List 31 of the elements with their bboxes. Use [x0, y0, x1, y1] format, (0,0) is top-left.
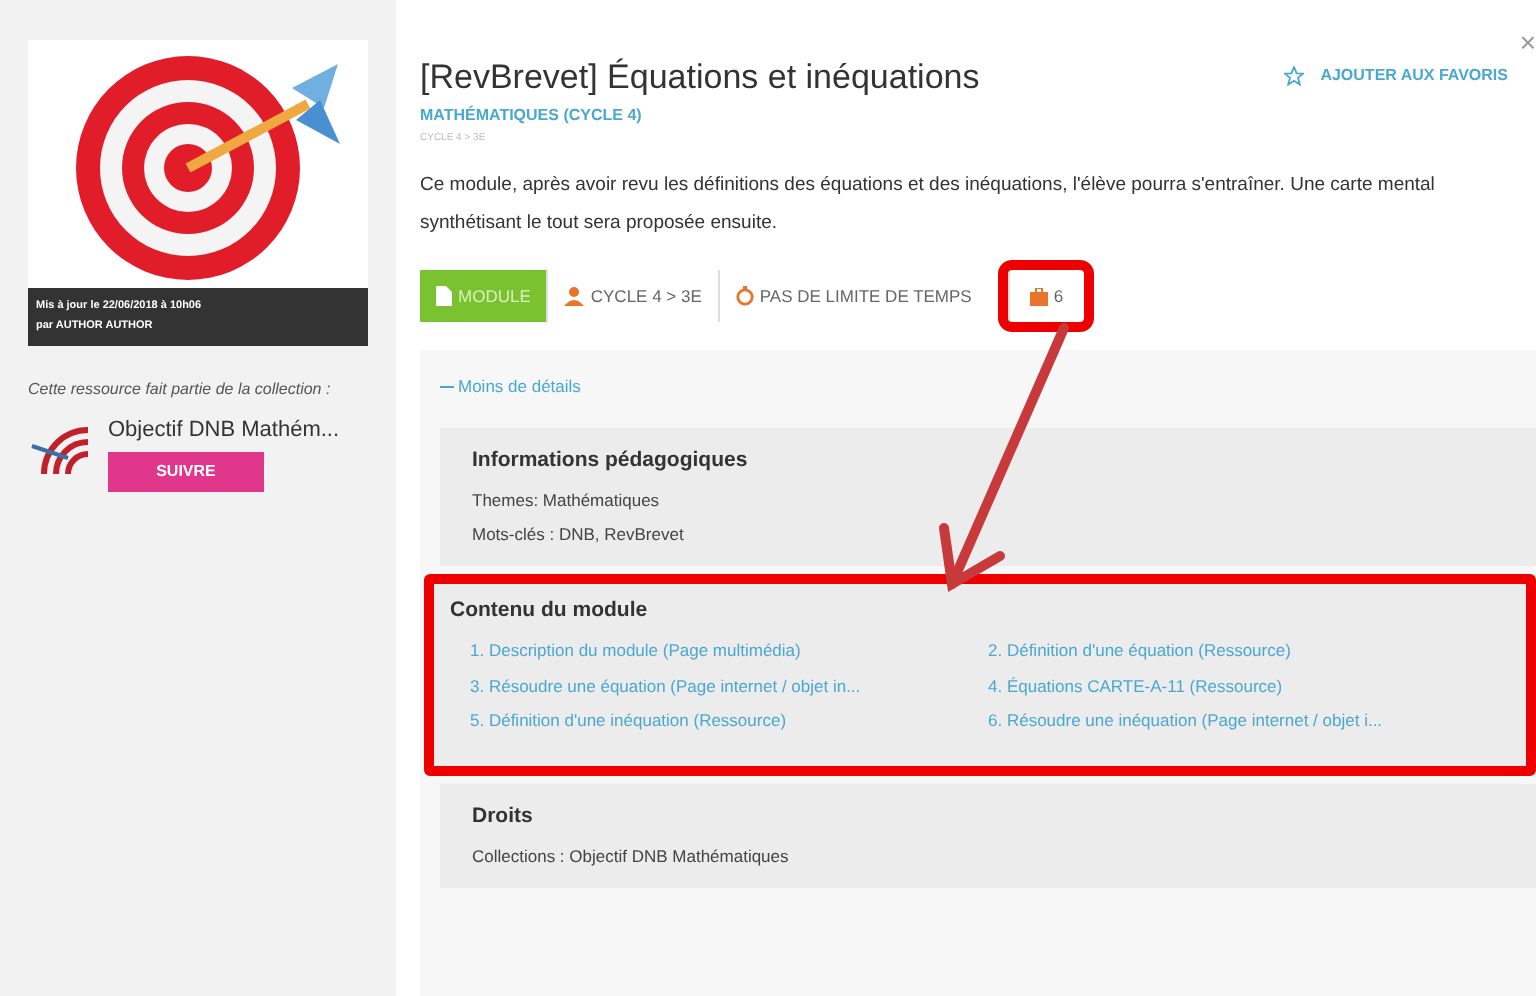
content-link[interactable]: 1. Description du module (Page multimédia) [470, 637, 988, 663]
info-line: Themes: Mathématiques [472, 487, 662, 513]
description: Ce module, après avoir revu les définitions des équations et des inéquations, l'élève pourra s'entraîner. Une carte mental synthétisant le tout sera proposée ensuite. [420, 172, 1437, 238]
star-icon [1284, 66, 1305, 86]
details-toggle-link[interactable]: Moins de détails [440, 374, 581, 400]
section-title: Droits [472, 802, 535, 832]
info-line: Collections : Objectif DNB Mathématiques [472, 843, 791, 869]
info-line: Mots-clés : DNB, RevBrevet [472, 522, 686, 548]
follow-button[interactable]: SUIVRE [108, 452, 264, 492]
person-icon [564, 286, 585, 306]
minus-icon [440, 385, 454, 389]
close-button[interactable]: × [1519, 28, 1536, 56]
content-link[interactable]: 2. Définition d'une équation (Ressource) [988, 637, 1506, 663]
stopwatch-icon [735, 286, 754, 306]
subject-link[interactable]: MATHÉMATIQUES (CYCLE 4) [420, 103, 980, 127]
badge-label: CYCLE 4 > 3E [590, 283, 702, 309]
section-title: Contenu du module [450, 596, 650, 626]
collection-name[interactable]: Objectif DNB Mathém... [108, 413, 340, 446]
collection-intro: Cette ressource fait partie de la collection : [28, 377, 333, 401]
section-title: Informations pédagogiques [472, 445, 750, 476]
badge-label: PAS DE LIMITE DE TEMPS [759, 283, 972, 309]
document-icon [436, 286, 452, 306]
badge-label: 6 [1053, 283, 1064, 309]
content-link[interactable]: 4. Équations CARTE-A-11 (Ressource) [988, 673, 1506, 699]
add-favorites-button[interactable]: AJOUTER AUX FAVORIS [1284, 64, 1508, 88]
badge-label: MODULE [458, 283, 531, 309]
briefcase-icon [1029, 287, 1048, 305]
content-link[interactable]: 3. Résoudre une équation (Page internet / objet in... [470, 673, 988, 699]
content-link[interactable]: 5. Définition d'une inéquation (Ressource) [470, 708, 988, 734]
content-link[interactable]: 6. Résoudre une inéquation (Page internet / objet i... [988, 708, 1506, 734]
resource-title: [RevBrevet] Équations et inéquations [420, 56, 980, 100]
